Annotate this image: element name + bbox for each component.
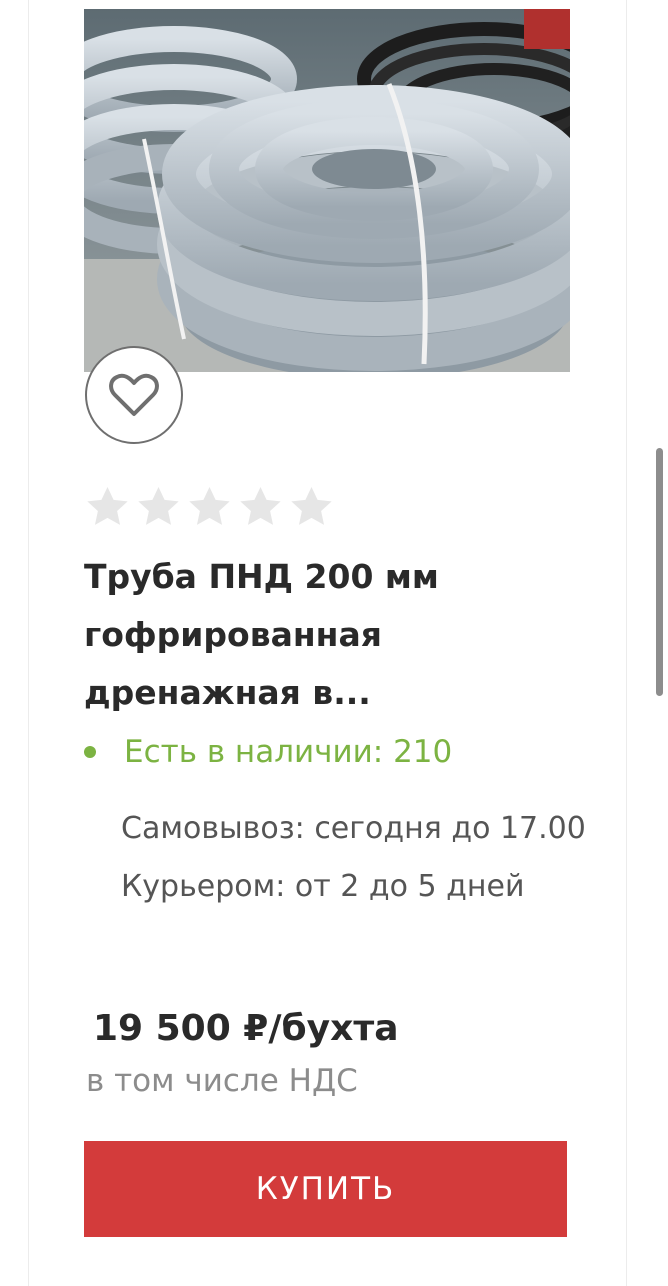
stock-text: Есть в наличии: 210	[124, 734, 453, 770]
card-border-right	[626, 0, 627, 1286]
product-photo-illustration	[84, 9, 570, 372]
card-border-left	[28, 0, 29, 1286]
star-icon	[138, 486, 179, 525]
delivery-info: Самовывоз: сегодня до 17.00 Курьером: от…	[121, 800, 591, 916]
star-icon	[291, 486, 332, 525]
star-icon	[240, 486, 281, 525]
product-image[interactable]	[84, 9, 570, 372]
product-price: 19 500 ₽/бухта	[93, 1008, 399, 1049]
status-dot	[84, 746, 96, 758]
heart-icon	[109, 373, 159, 416]
delivery-courier: Курьером: от 2 до 5 дней	[121, 869, 525, 904]
star-icon	[87, 486, 128, 525]
buy-button[interactable]: КУПИТЬ	[84, 1141, 567, 1237]
rating-stars	[84, 484, 335, 531]
product-title[interactable]: Труба ПНД 200 мм гофрированная дренажная…	[84, 548, 584, 722]
vat-note: в том числе НДС	[86, 1063, 358, 1099]
scrollbar[interactable]	[656, 448, 663, 696]
star-icon	[189, 486, 230, 525]
product-card-page: Труба ПНД 200 мм гофрированная дренажная…	[0, 0, 668, 1286]
add-to-favorites-button[interactable]	[85, 346, 183, 444]
stock-status: Есть в наличии: 210	[84, 730, 452, 774]
delivery-pickup: Самовывоз: сегодня до 17.00	[121, 811, 586, 846]
